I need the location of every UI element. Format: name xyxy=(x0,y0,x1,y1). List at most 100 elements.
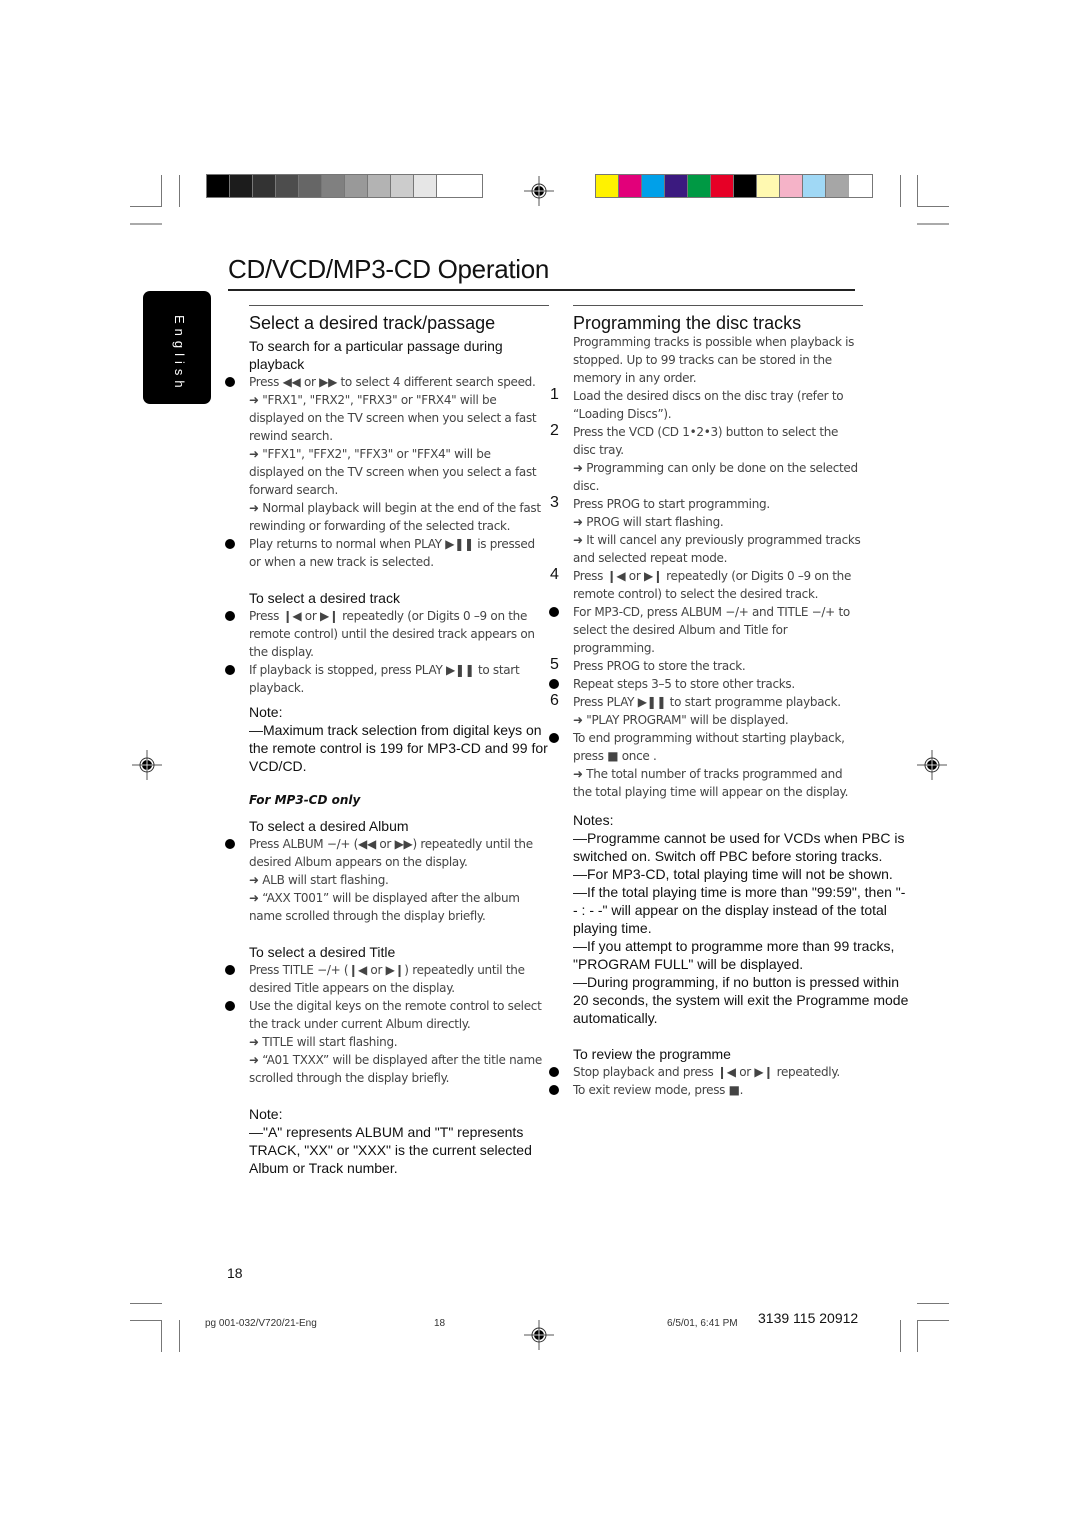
color-swatch xyxy=(803,175,826,197)
bullet-item: Press ❙◀ or ▶❙ repeatedly (or Digits 0 –… xyxy=(225,607,549,661)
bullet-item: Press TITLE −/+ (❙◀ or ▶❙) repeatedly un… xyxy=(225,961,549,997)
result-item: ➜ "FRX1", "FRX2", "FRX3" or "FRX4" will … xyxy=(249,391,549,445)
subheading: To select a desired Title xyxy=(249,944,396,960)
item-text: ➜ "FFX1", "FFX2", "FFX3" or "FFX4" will … xyxy=(249,447,537,497)
step-item: ➜ PROG will start flashing. xyxy=(573,513,863,531)
bullet-icon xyxy=(225,965,235,975)
language-tab: English xyxy=(143,291,211,404)
note-item: —If you attempt to programme more than 9… xyxy=(573,938,895,972)
bullet-item: If playback is stopped, press PLAY ▶❚❚ t… xyxy=(225,661,549,697)
bullet-icon xyxy=(549,607,559,617)
step-number: 6 xyxy=(550,692,559,709)
step-item: Repeat steps 3–5 to store other tracks. xyxy=(549,675,863,693)
step-item: ➜ It will cancel any previously programm… xyxy=(573,531,863,567)
result-item: ➜ ALB will start flashing. xyxy=(249,871,549,889)
result-item: ➜ “A01 TXXX” will be displayed after the… xyxy=(249,1051,549,1087)
track-list: Press ❙◀ or ▶❙ repeatedly (or Digits 0 –… xyxy=(225,607,549,697)
registration-mark-icon xyxy=(524,1320,554,1350)
color-swatch xyxy=(437,175,460,197)
step-text: Repeat steps 3–5 to store other tracks. xyxy=(573,677,795,691)
page-number: 18 xyxy=(227,1265,243,1281)
color-swatch xyxy=(780,175,803,197)
item-text: ➜ ALB will start flashing. xyxy=(249,873,389,887)
item-text: Press ◀◀ or ▶▶ to select 4 different sea… xyxy=(249,375,536,389)
crop-mark xyxy=(917,1320,918,1352)
crop-mark xyxy=(917,175,918,207)
bullet-icon xyxy=(225,665,235,675)
registration-mark-icon xyxy=(524,176,554,206)
color-swatch xyxy=(230,175,253,197)
crop-mark xyxy=(900,175,901,207)
subheading: To review the programme xyxy=(573,1046,731,1062)
crop-mark xyxy=(130,223,162,225)
color-swatch xyxy=(826,175,849,197)
registration-mark-icon xyxy=(132,750,162,780)
crop-mark xyxy=(179,1320,180,1352)
note-item: —If the total playing time is more than … xyxy=(573,884,906,936)
footer-page: 18 xyxy=(434,1318,446,1329)
subheading: To select a desired Album xyxy=(249,818,409,834)
result-item: ➜ Normal playback will begin at the end … xyxy=(249,499,549,535)
step-text: Press PLAY ▶❚❚ to start programme playba… xyxy=(573,695,841,709)
color-swatch xyxy=(734,175,757,197)
bullet-item: Press ◀◀ or ▶▶ to select 4 different sea… xyxy=(225,373,549,391)
title-divider xyxy=(228,289,855,291)
color-swatch xyxy=(207,175,230,197)
subheading: To search for a particular passage durin… xyxy=(249,338,503,372)
color-swatch xyxy=(688,175,711,197)
item-text: ➜ Normal playback will begin at the end … xyxy=(249,501,541,533)
item-text: ➜ “AXX T001” will be displayed after the… xyxy=(249,891,520,923)
bullet-item: Use the digital keys on the remote contr… xyxy=(225,997,549,1033)
bullet-icon xyxy=(549,1085,559,1095)
step-text: ➜ The total number of tracks programmed … xyxy=(573,767,849,799)
result-item: ➜ “AXX T001” will be displayed after the… xyxy=(249,889,549,925)
item-text: Use the digital keys on the remote contr… xyxy=(249,999,542,1031)
crop-mark xyxy=(179,175,180,207)
bullet-icon xyxy=(225,1001,235,1011)
step-number: 4 xyxy=(550,566,559,583)
step-item: For MP3-CD, press ALBUM −/+ and TITLE −/… xyxy=(549,603,863,657)
note-text: —Maximum track selection from digital ke… xyxy=(249,722,548,774)
step-item: To end programming without starting play… xyxy=(549,729,863,765)
bullet-item: Play returns to normal when PLAY ▶❚❚ is … xyxy=(225,535,549,571)
step-item: ➜ The total number of tracks programmed … xyxy=(573,765,863,801)
review-text: Stop playback and press ❙◀ or ▶❙ repeate… xyxy=(573,1065,840,1079)
step-item: 4 Press ❙◀ or ▶❙ repeatedly (or Digits 0 … xyxy=(550,566,863,603)
section-title: Select a desired track/passage xyxy=(249,313,496,333)
crop-mark xyxy=(917,206,949,207)
bullet-icon xyxy=(225,377,235,387)
note-label: Note: xyxy=(249,1106,283,1122)
color-swatch xyxy=(665,175,688,197)
step-text: Press PROG to store the track. xyxy=(573,659,746,673)
color-swatch xyxy=(619,175,642,197)
crop-mark xyxy=(161,1320,162,1352)
intro-text: Programming tracks is possible when play… xyxy=(573,335,855,385)
color-swatch xyxy=(711,175,734,197)
step-text: To end programming without starting play… xyxy=(573,731,845,763)
left-column: Select a desired track/passage To search… xyxy=(225,305,549,1177)
step-text: Press PROG to start programming. xyxy=(573,497,770,511)
search-list: Press ◀◀ or ▶▶ to select 4 different sea… xyxy=(225,373,549,571)
step-item: 5 Press PROG to store the track. xyxy=(550,656,863,675)
step-item: 6 Press PLAY ▶❚❚ to start programme playb… xyxy=(550,692,863,711)
color-swatch xyxy=(368,175,391,197)
color-swatch xyxy=(276,175,299,197)
language-tab-label: English xyxy=(172,315,187,393)
item-text: ➜ “A01 TXXX” will be displayed after the… xyxy=(249,1053,542,1085)
note-item: —During programming, if no button is pre… xyxy=(573,974,909,1026)
crop-mark xyxy=(130,1303,162,1304)
footer-code: 3139 115 20912 xyxy=(758,1310,859,1326)
step-text: Press the VCD (CD 1•2•3) button to selec… xyxy=(573,425,839,457)
album-list: Press ALBUM −/+ (◀◀ or ▶▶) repeatedly un… xyxy=(225,835,549,925)
crop-mark xyxy=(130,1320,162,1321)
bullet-icon xyxy=(549,733,559,743)
notes-list: —Programme cannot be used for VCDs when … xyxy=(573,829,913,1027)
steps-list: 1 Load the desired discs on the disc tray… xyxy=(549,386,863,801)
footer-file-label: pg 001-032/V720/21-Eng xyxy=(205,1318,317,1329)
step-item: ➜ "PLAY PROGRAM" will be displayed. xyxy=(573,711,863,729)
step-text: For MP3-CD, press ALBUM −/+ and TITLE −/… xyxy=(573,605,850,655)
step-number: 1 xyxy=(550,386,559,403)
note-item: —For MP3-CD, total playing time will not… xyxy=(573,866,893,882)
item-text: Press ALBUM −/+ (◀◀ or ▶▶) repeatedly un… xyxy=(249,837,533,869)
section-divider xyxy=(573,305,863,306)
